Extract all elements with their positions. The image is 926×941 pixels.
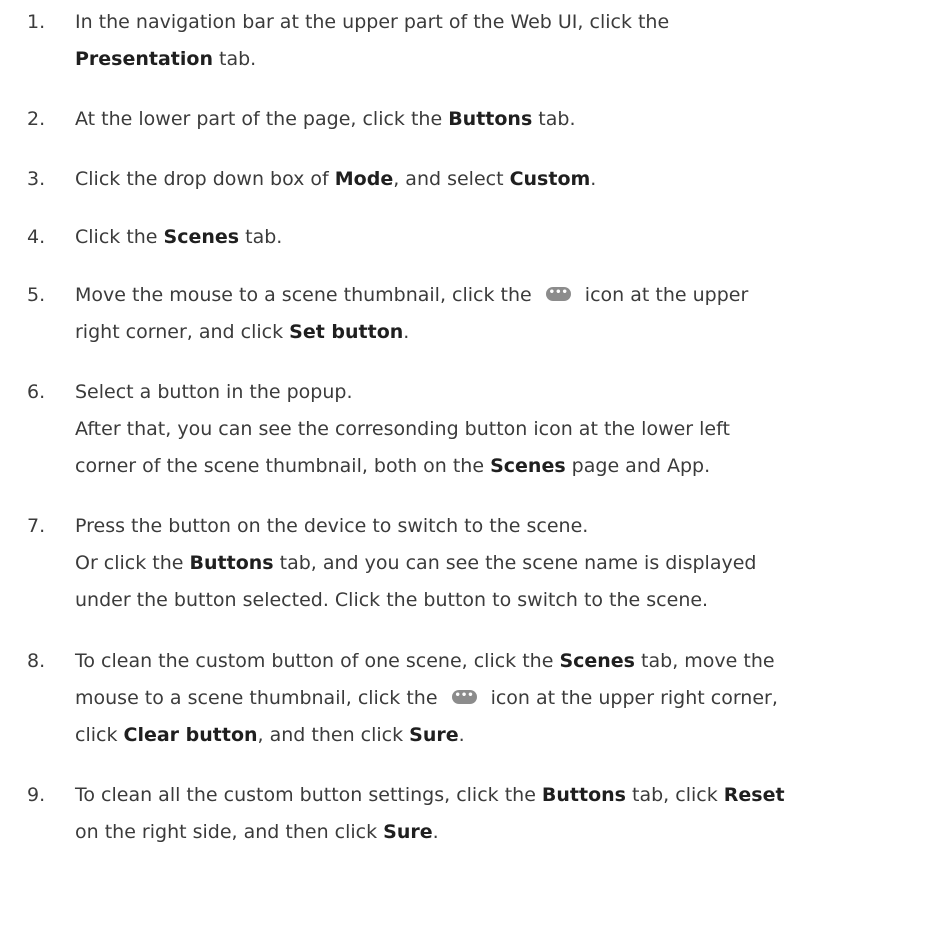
step-text: To clean the custom button of one scene,…	[75, 643, 920, 754]
step-line: right corner, and click Set button.	[75, 314, 920, 351]
step-number: 2.	[27, 108, 46, 130]
ui-term: Reset	[723, 784, 785, 806]
step-text: Move the mouse to a scene thumbnail, cli…	[75, 277, 920, 351]
text-run: tab.	[532, 108, 576, 130]
step-text: Select a button in the popup. After that,…	[75, 374, 920, 485]
text-run: on the right side, and then click	[75, 821, 384, 843]
text-run: icon at the upper right corner,	[484, 687, 778, 709]
step-line: Click the Scenes tab.	[75, 219, 920, 256]
text-run: Click the drop down box of	[75, 168, 335, 190]
step-line: Click the drop down box of Mode, and sel…	[75, 161, 920, 198]
text-run: .	[590, 168, 597, 190]
text-run: , and then click	[257, 724, 410, 746]
step-line: mouse to a scene thumbnail, click the ••…	[75, 680, 920, 717]
text-run: tab.	[212, 48, 257, 70]
text-run: To clean the custom button of one scene,…	[75, 650, 560, 672]
step-line: At the lower part of the page, click the…	[75, 101, 920, 138]
step-line: on the right side, and then click Sure.	[75, 814, 920, 851]
text-run: under the button selected. Click the but…	[75, 589, 709, 611]
ui-term: Set button	[289, 321, 404, 343]
step-number: 8.	[27, 650, 46, 672]
text-run: click	[75, 724, 124, 746]
ui-term: Buttons	[189, 552, 274, 574]
text-run: icon at the upper	[578, 284, 749, 306]
more-icon: •••	[545, 286, 571, 301]
step-line: Or click the Buttons tab, and you can se…	[75, 545, 920, 582]
step-text: Click the drop down box of Mode, and sel…	[75, 161, 920, 198]
text-run: .	[403, 321, 410, 343]
step-line: Press the button on the device to switch…	[75, 508, 920, 545]
step-line: To clean the custom button of one scene,…	[75, 643, 920, 680]
ui-term: Scenes	[490, 455, 566, 477]
step-text: At the lower part of the page, click the…	[75, 101, 920, 138]
step-line: Move the mouse to a scene thumbnail, cli…	[75, 277, 920, 314]
text-run: .	[458, 724, 465, 746]
ui-term: Custom	[509, 168, 591, 190]
ui-term: Mode	[334, 168, 394, 190]
instruction-document: 1. In the navigation bar at the upper pa…	[0, 0, 926, 941]
ui-term: Presentation	[75, 48, 213, 70]
text-run: At the lower part of the page, click the	[75, 108, 449, 130]
step-number: 3.	[27, 168, 46, 190]
step-number: 4.	[27, 226, 46, 248]
ui-term: Sure	[409, 724, 459, 746]
more-icon: •••	[451, 689, 477, 704]
text-run: tab, click	[625, 784, 724, 806]
ui-term: Clear button	[123, 724, 258, 746]
step-number: 7.	[27, 515, 46, 537]
text-run: Or click the	[75, 552, 190, 574]
ui-term: Scenes	[559, 650, 635, 672]
step-line: Select a button in the popup.	[75, 374, 920, 411]
text-run: Move the mouse to a scene thumbnail, cli…	[75, 284, 538, 306]
text-run: Click the	[75, 226, 164, 248]
step-number: 5.	[27, 284, 46, 306]
step-text: In the navigation bar at the upper part …	[75, 4, 920, 78]
text-run: , and select	[393, 168, 510, 190]
step-line: corner of the scene thumbnail, both on t…	[75, 448, 920, 485]
text-run: tab.	[239, 226, 283, 248]
text-run: To clean all the custom button settings,…	[75, 784, 542, 806]
text-run: corner of the scene thumbnail, both on t…	[75, 455, 491, 477]
step-line: Presentation tab.	[75, 41, 920, 78]
text-run: tab, and you can see the scene name is d…	[273, 552, 757, 574]
text-run: tab, move the	[635, 650, 775, 672]
ui-term: Scenes	[163, 226, 240, 248]
step-number: 9.	[27, 784, 46, 806]
text-run: .	[432, 821, 439, 843]
ui-term: Sure	[383, 821, 433, 843]
text-run: mouse to a scene thumbnail, click the	[75, 687, 444, 709]
step-text: To clean all the custom button settings,…	[75, 777, 920, 851]
step-text: Click the Scenes tab.	[75, 219, 920, 256]
ui-term: Buttons	[448, 108, 533, 130]
text-run: In the navigation bar at the upper part …	[75, 11, 670, 33]
ui-term: Buttons	[541, 784, 626, 806]
step-line: To clean all the custom button settings,…	[75, 777, 920, 814]
step-line: After that, you can see the corresonding…	[75, 411, 920, 448]
step-number: 6.	[27, 381, 46, 403]
text-run: Press the button on the device to switch…	[75, 515, 589, 537]
step-number: 1.	[27, 11, 46, 33]
text-run: After that, you can see the corresonding…	[75, 418, 730, 440]
step-text: Press the button on the device to switch…	[75, 508, 920, 619]
step-line: click Clear button, and then click Sure.	[75, 717, 920, 754]
step-line: under the button selected. Click the but…	[75, 582, 920, 619]
text-run: page and App.	[565, 455, 711, 477]
text-run: right corner, and click	[75, 321, 290, 343]
text-run: Select a button in the popup.	[75, 381, 353, 403]
step-line: In the navigation bar at the upper part …	[75, 4, 920, 41]
